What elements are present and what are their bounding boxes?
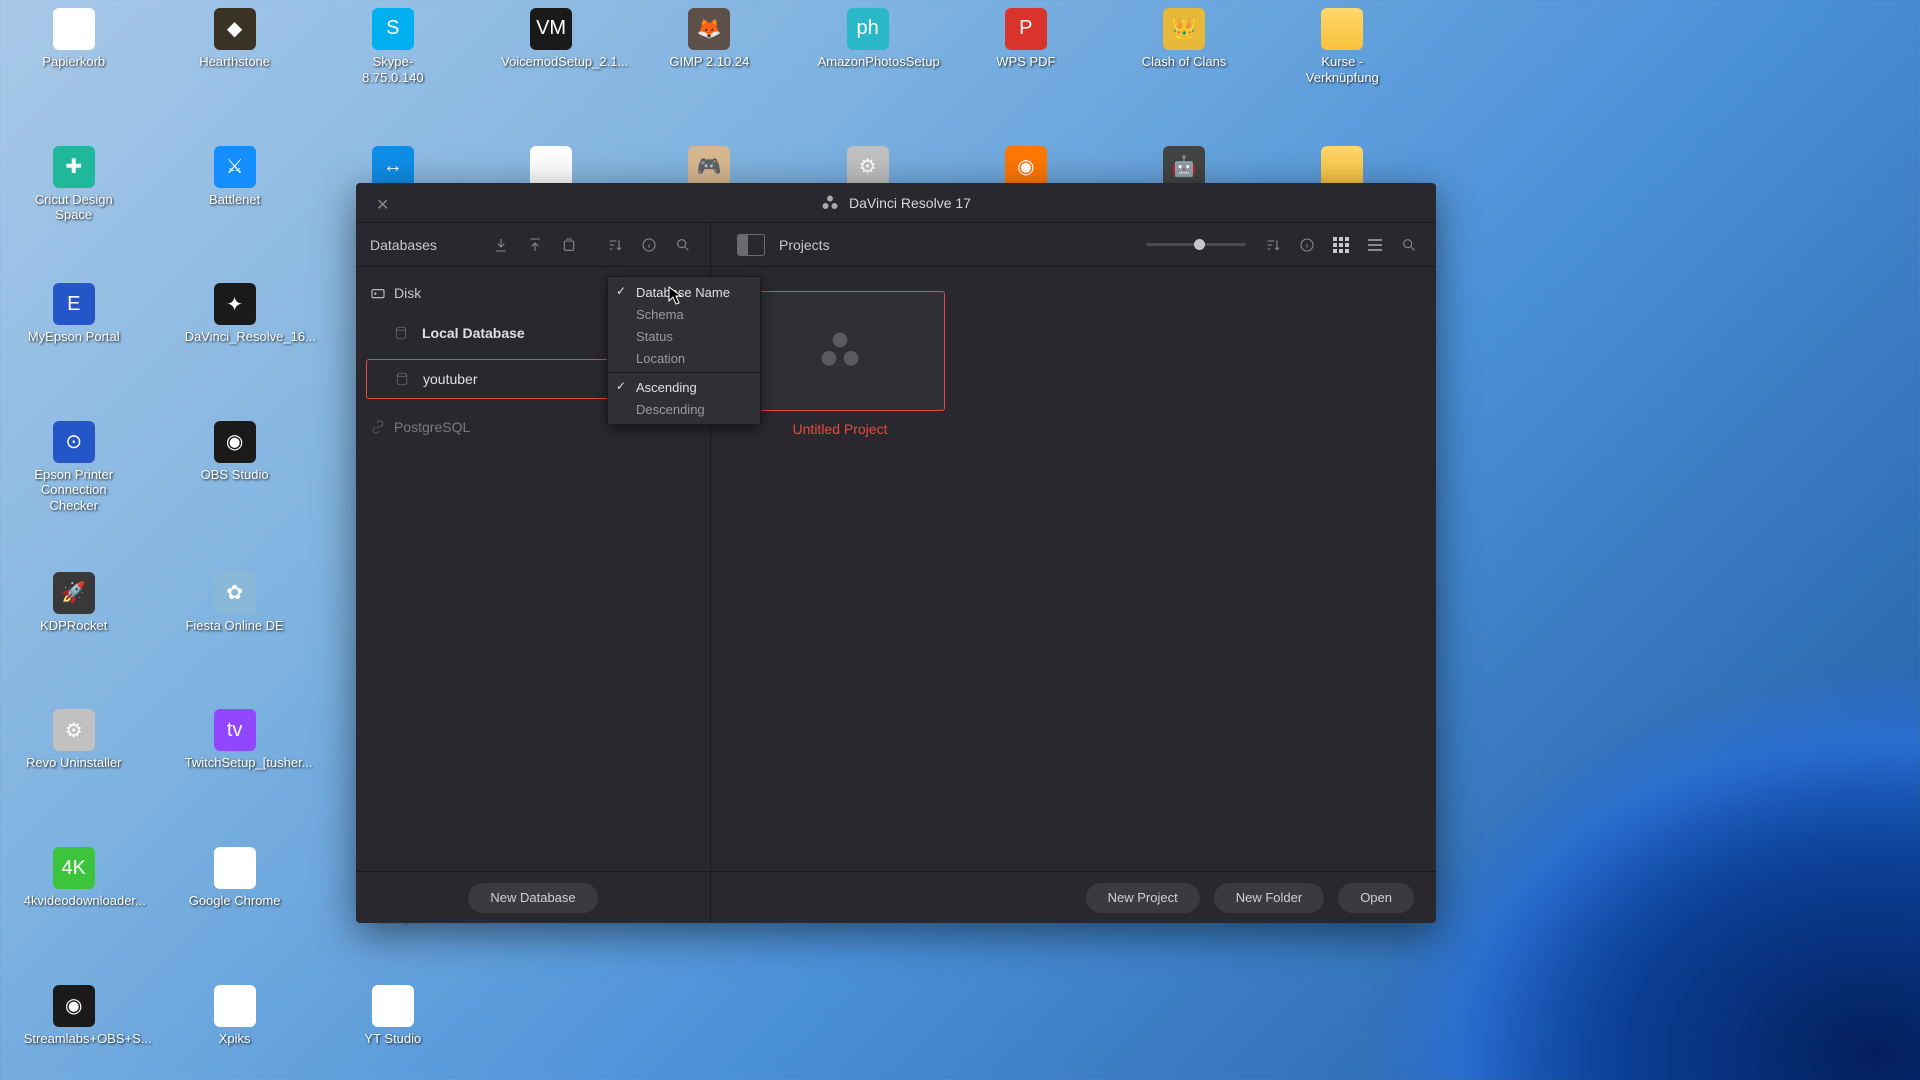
project-thumbnail <box>735 291 945 411</box>
postgresql-label: PostgreSQL <box>394 419 470 435</box>
database-icon <box>393 372 411 386</box>
desktop-icon[interactable]: EMyEpson Portal <box>24 283 124 345</box>
project-name: Untitled Project <box>735 421 945 437</box>
toggle-sidebar-icon[interactable] <box>737 234 765 256</box>
davinci-logo-icon <box>821 194 839 212</box>
desktop-icon[interactable]: Kurse - Verknüpfung <box>1292 8 1392 85</box>
desktop-icon[interactable]: ⚙Revo Uninstaller <box>24 709 124 771</box>
database-icon <box>392 326 410 340</box>
titlebar: ✕ DaVinci Resolve 17 <box>356 183 1436 223</box>
sort-menu-item[interactable]: ✓Database Name <box>608 281 760 303</box>
sort-menu: ✓Database Name Schema Status Location ✓A… <box>607 276 761 425</box>
desktop-icon[interactable]: 👑Clash of Clans <box>1134 8 1234 70</box>
disk-label: Disk <box>394 285 421 301</box>
window-title-text: DaVinci Resolve 17 <box>849 195 971 211</box>
desktop-icon[interactable]: ◆Hearthstone <box>185 8 285 70</box>
list-view-icon[interactable] <box>1362 232 1388 258</box>
desktop-icon[interactable]: 🗑Papierkorb <box>24 8 124 70</box>
desktop-icon[interactable]: ▶YT Studio <box>343 985 443 1047</box>
search-projects-icon[interactable] <box>1396 232 1422 258</box>
desktop-icon[interactable]: 🦊GIMP 2.10.24 <box>659 8 759 70</box>
project-card[interactable]: Untitled Project <box>735 291 945 437</box>
info-projects-icon[interactable] <box>1294 232 1320 258</box>
desktop-icon[interactable]: 🚀KDPRocket <box>24 572 124 634</box>
sort-menu-item[interactable]: Location <box>608 347 760 369</box>
desktop-icon[interactable]: tvTwitchSetup_[tusher... <box>185 709 285 771</box>
link-icon <box>370 419 386 435</box>
desktop-icon[interactable]: 4K4kvideodownloader... <box>24 847 124 909</box>
databases-label: Databases <box>370 237 437 253</box>
desktop-icon[interactable]: VMVoicemodSetup_2.1... <box>501 8 601 70</box>
desktop-icon[interactable]: ◉Streamlabs+OBS+S... <box>24 985 124 1047</box>
desktop-icon[interactable]: ✿Fiesta Online DE <box>185 572 285 634</box>
desktop-icon[interactable]: PWPS PDF <box>976 8 1076 70</box>
grid-view-icon[interactable] <box>1328 232 1354 258</box>
new-folder-button[interactable]: New Folder <box>1214 883 1324 913</box>
sort-menu-item[interactable]: Descending <box>608 398 760 420</box>
thumbnail-size-slider[interactable] <box>1146 243 1246 246</box>
desktop-icon[interactable]: ◉Google Chrome <box>185 847 285 909</box>
sort-menu-item[interactable]: Status <box>608 325 760 347</box>
projects-pane: Projects Untitled Project New Project <box>711 223 1436 923</box>
window-title: DaVinci Resolve 17 <box>821 194 971 212</box>
backup-db-icon[interactable] <box>556 232 582 258</box>
project-manager-window: ✕ DaVinci Resolve 17 Databases Disk <box>356 183 1436 923</box>
desktop-icon[interactable]: ⊙Epson Printer Connection Checker <box>24 421 124 514</box>
sort-db-icon[interactable] <box>602 232 628 258</box>
mouse-cursor <box>668 286 682 306</box>
db-item-label: Local Database <box>422 325 525 341</box>
sort-projects-icon[interactable] <box>1260 232 1286 258</box>
close-button[interactable]: ✕ <box>376 195 389 215</box>
desktop-icon[interactable]: ◉OBS Studio <box>185 421 285 483</box>
db-item-label: youtuber <box>423 371 477 387</box>
open-button[interactable]: Open <box>1338 883 1414 913</box>
new-database-button[interactable]: New Database <box>468 883 597 913</box>
desktop-icon[interactable]: SSkype-8.75.0.140 <box>343 8 443 85</box>
disk-icon <box>370 285 386 301</box>
davinci-logo-icon <box>818 329 862 373</box>
search-db-icon[interactable] <box>670 232 696 258</box>
info-db-icon[interactable] <box>636 232 662 258</box>
desktop-icon[interactable]: ✚Cricut Design Space <box>24 146 124 223</box>
desktop-icon[interactable]: ✦DaVinci_Resolve_16... <box>185 283 285 345</box>
desktop-icon[interactable]: ⚔Battlenet <box>185 146 285 208</box>
sort-menu-item[interactable]: Schema <box>608 303 760 325</box>
projects-label: Projects <box>779 237 830 253</box>
sort-menu-item[interactable]: ✓Ascending <box>608 376 760 398</box>
export-db-icon[interactable] <box>522 232 548 258</box>
new-project-button[interactable]: New Project <box>1086 883 1200 913</box>
import-db-icon[interactable] <box>488 232 514 258</box>
desktop-icon[interactable]: XXpiks <box>185 985 285 1047</box>
desktop-icon[interactable]: phAmazonPhotosSetup <box>818 8 918 70</box>
